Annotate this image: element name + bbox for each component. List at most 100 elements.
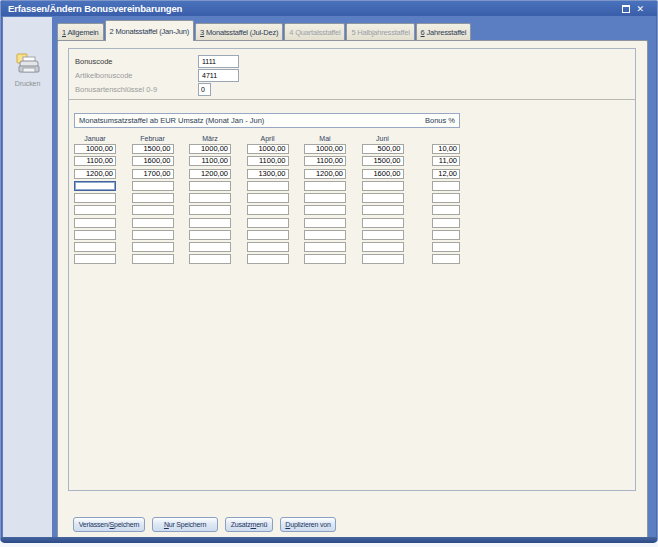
grid-cell[interactable]: 1600,00 bbox=[362, 169, 404, 179]
grid-cell[interactable] bbox=[304, 230, 346, 240]
grid-cell[interactable]: 1000,00 bbox=[74, 144, 116, 154]
bonus-header: Bonus % bbox=[425, 116, 455, 125]
bonuscode-input[interactable] bbox=[198, 55, 239, 68]
grid-cell[interactable] bbox=[132, 205, 174, 215]
grid-cell[interactable]: 1200,00 bbox=[189, 169, 231, 179]
tab-jahresstaffel[interactable]: 6 Jahresstaffel bbox=[416, 23, 472, 40]
grid-cell[interactable] bbox=[74, 181, 116, 191]
grid-cell[interactable] bbox=[74, 230, 116, 240]
grid-cell[interactable] bbox=[189, 242, 231, 252]
grid-cell[interactable]: 1200,00 bbox=[74, 169, 116, 179]
tab-monatsstaffel-jul-dez[interactable]: 3 Monatsstaffel (Jul-Dez) bbox=[195, 23, 283, 40]
grid-cell[interactable] bbox=[304, 193, 346, 203]
grid-cell[interactable] bbox=[362, 218, 404, 228]
bonusartenschluessel-input[interactable] bbox=[198, 83, 211, 96]
grid-cell[interactable] bbox=[74, 242, 116, 252]
bonus-cell[interactable] bbox=[432, 205, 460, 215]
tab-quartalsstaffel: 4 Quartalsstaffel bbox=[284, 23, 345, 40]
grid-cell[interactable] bbox=[304, 205, 346, 215]
window-title: Erfassen/Ändern Bonusvereinbarungen bbox=[1, 3, 182, 14]
tab-monatsstaffel-jan-jun[interactable]: 2 Monatsstaffel (Jan-Jun) bbox=[105, 20, 195, 41]
grid-cell[interactable] bbox=[362, 254, 404, 264]
titlebar[interactable]: Erfassen/Ändern Bonusvereinbarungen ✕ bbox=[1, 1, 657, 16]
tab-allgemein[interactable]: 1 Allgemein bbox=[57, 23, 104, 40]
grid-cell[interactable] bbox=[304, 181, 346, 191]
bonus-cell[interactable]: 11,00 bbox=[432, 156, 460, 166]
bonus-cell[interactable] bbox=[432, 193, 460, 203]
grid-cell[interactable] bbox=[362, 205, 404, 215]
restore-icon[interactable] bbox=[622, 5, 630, 13]
grid-cell[interactable] bbox=[132, 230, 174, 240]
artikelbonuscode-input[interactable] bbox=[198, 69, 239, 82]
sidebar: Drucken bbox=[3, 17, 52, 537]
grid-cell[interactable] bbox=[132, 218, 174, 228]
grid-cell[interactable] bbox=[189, 181, 231, 191]
grid-cell[interactable] bbox=[304, 254, 346, 264]
column-header: Juni bbox=[362, 135, 404, 142]
staffel-header: Monatsumsatzstaffel ab EUR Umsatz (Monat… bbox=[79, 116, 264, 125]
nur-speichern-button[interactable]: Nur Speichern bbox=[152, 517, 218, 532]
bonus-cell[interactable]: 10,00 bbox=[432, 144, 460, 154]
content-panel: Bonuscode Artikelbonuscode Bonusartensch… bbox=[57, 40, 648, 537]
grid-cell[interactable] bbox=[304, 218, 346, 228]
close-icon[interactable]: ✕ bbox=[636, 5, 644, 13]
grid-cell[interactable]: 1000,00 bbox=[247, 144, 289, 154]
grid-cell[interactable] bbox=[74, 193, 116, 203]
grid-cell[interactable]: 1100,00 bbox=[304, 156, 346, 166]
verlassen-speichern-button[interactable]: Verlassen/Speichern bbox=[73, 517, 145, 532]
grid-cell[interactable] bbox=[132, 193, 174, 203]
bonus-cell[interactable]: 12,00 bbox=[432, 169, 460, 179]
grid-cell[interactable] bbox=[304, 242, 346, 252]
separator-line bbox=[69, 99, 635, 100]
grid-cell[interactable] bbox=[362, 230, 404, 240]
grid-cell[interactable]: 1100,00 bbox=[74, 156, 116, 166]
grid-cell[interactable]: 1100,00 bbox=[189, 156, 231, 166]
grid-cell[interactable] bbox=[247, 205, 289, 215]
bonuscode-label: Bonuscode bbox=[75, 57, 113, 66]
grid-cell[interactable]: 1300,00 bbox=[247, 169, 289, 179]
grid-cell[interactable] bbox=[74, 218, 116, 228]
grid-cell[interactable] bbox=[189, 218, 231, 228]
grid-cell[interactable] bbox=[247, 242, 289, 252]
grid-cell[interactable] bbox=[74, 205, 116, 215]
grid-cell[interactable]: 1000,00 bbox=[189, 144, 231, 154]
grid-cell[interactable] bbox=[132, 254, 174, 264]
bonus-cell[interactable] bbox=[432, 218, 460, 228]
bonus-cell[interactable] bbox=[432, 242, 460, 252]
print-button[interactable]: Drucken bbox=[3, 52, 52, 87]
dialog-window: Erfassen/Ändern Bonusvereinbarungen ✕ Dr… bbox=[0, 0, 658, 543]
grid-cell[interactable] bbox=[362, 242, 404, 252]
grid-cell[interactable] bbox=[189, 254, 231, 264]
grid-cell[interactable]: 1200,00 bbox=[304, 169, 346, 179]
grid-cell[interactable] bbox=[362, 181, 404, 191]
zusatzmenue-button[interactable]: Zusatzmenü bbox=[225, 517, 273, 532]
bonus-cell[interactable] bbox=[432, 254, 460, 264]
grid-cell[interactable] bbox=[247, 193, 289, 203]
grid-cell[interactable]: 1500,00 bbox=[132, 144, 174, 154]
print-label: Drucken bbox=[3, 80, 52, 87]
bonus-cell[interactable] bbox=[432, 181, 460, 191]
grid-cell[interactable]: 1600,00 bbox=[132, 156, 174, 166]
grid-cell[interactable] bbox=[247, 230, 289, 240]
grid-cell[interactable]: 500,00 bbox=[362, 144, 404, 154]
grid-cell[interactable] bbox=[189, 230, 231, 240]
grid-cell[interactable] bbox=[247, 181, 289, 191]
grid-cell[interactable] bbox=[189, 205, 231, 215]
grid-cell[interactable] bbox=[132, 242, 174, 252]
grid-cell[interactable]: 1100,00 bbox=[247, 156, 289, 166]
grid-cell[interactable] bbox=[74, 254, 116, 264]
duplizieren-von-button[interactable]: Duplizieren von bbox=[280, 517, 336, 532]
grid-cell[interactable] bbox=[247, 218, 289, 228]
bonus-cell[interactable] bbox=[432, 230, 460, 240]
grid-cell[interactable]: 1500,00 bbox=[362, 156, 404, 166]
grid-cell[interactable] bbox=[189, 193, 231, 203]
grid-cell[interactable] bbox=[362, 193, 404, 203]
grid-cell[interactable]: 1700,00 bbox=[132, 169, 174, 179]
grid-cell[interactable] bbox=[132, 181, 174, 191]
tab-strip: 1 Allgemein 2 Monatsstaffel (Jan-Jun) 3 … bbox=[57, 20, 472, 41]
grid-cell[interactable]: 1000,00 bbox=[304, 144, 346, 154]
staffel-header-bar: Monatsumsatzstaffel ab EUR Umsatz (Monat… bbox=[74, 113, 460, 128]
printer-icon bbox=[14, 52, 42, 76]
grid-cell[interactable] bbox=[247, 254, 289, 264]
column-header: Januar bbox=[74, 135, 116, 142]
